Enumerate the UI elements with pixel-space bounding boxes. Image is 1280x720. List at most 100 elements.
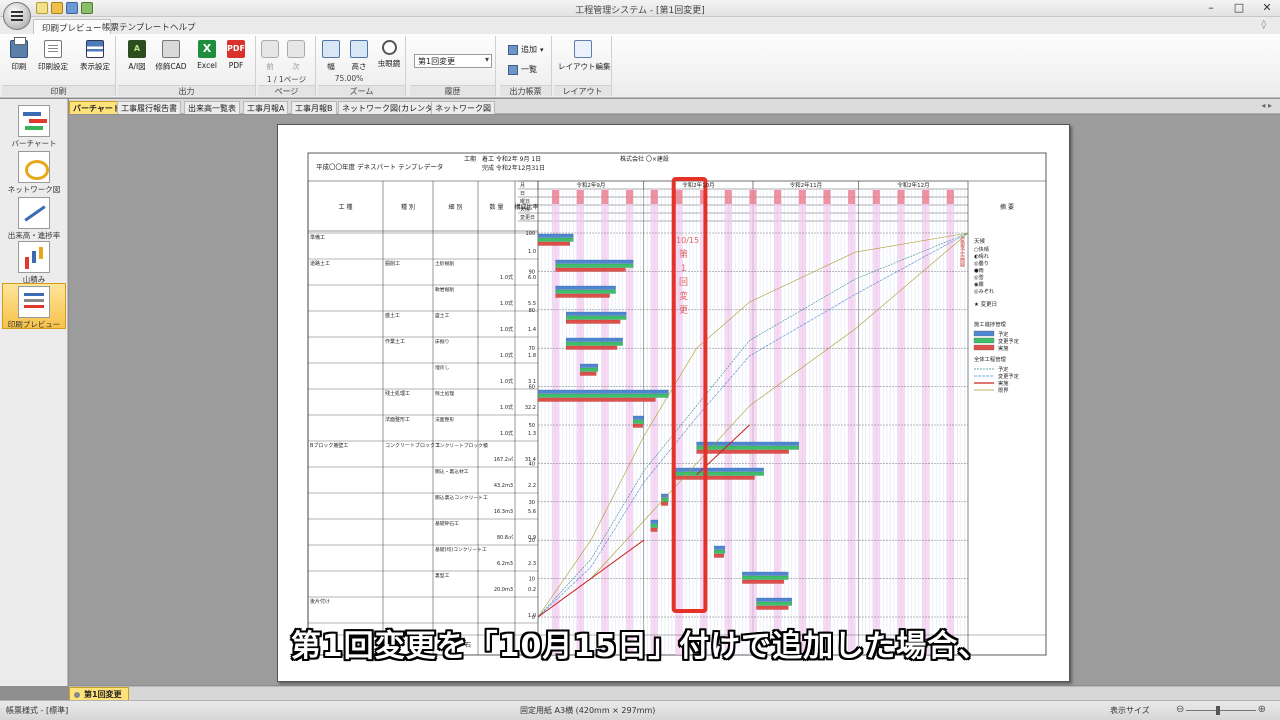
status-bar: 帳票様式 - [標準] 固定用紙 A3横 (420mm × 297mm) 表示サ… xyxy=(0,700,1280,720)
change-bar xyxy=(756,601,792,606)
weekend-column xyxy=(774,189,778,655)
group-title-history: 履歴 xyxy=(410,85,495,96)
legend-weather-5: ◉霧 xyxy=(974,281,984,288)
column-header-0: 工 種 xyxy=(339,203,353,211)
history-tab[interactable]: 第1回変更 xyxy=(69,687,129,701)
legend-kind-swatch-0 xyxy=(973,330,995,337)
magnifier-icon xyxy=(381,40,397,55)
weekend-header-cell xyxy=(827,190,831,204)
zoom-out-icon[interactable]: ⊖ xyxy=(1176,704,1184,715)
row-qty-12: 6.2m3 xyxy=(497,561,513,567)
row-ratio-13: 0.2 xyxy=(528,587,536,593)
weekend-column xyxy=(876,189,880,655)
weekend-column xyxy=(728,189,732,655)
y-tick-60: 60 xyxy=(529,385,535,391)
row-shubetsu-7: 法面整形工 xyxy=(385,416,410,423)
progress-line-icon xyxy=(18,197,50,229)
fit-width-icon xyxy=(322,40,340,58)
doc-tab-monthly-a[interactable]: 工事月報A xyxy=(243,101,289,114)
row-saibetsu-10: 胴込裏込コンクリート工 xyxy=(435,494,488,501)
list-forms-button[interactable]: 一覧 xyxy=(508,64,537,75)
weekend-header-cell xyxy=(774,190,778,204)
print-settings-button[interactable]: 印刷設定 xyxy=(36,40,70,72)
row-ratio-14: 1.0 xyxy=(528,613,536,619)
print-button[interactable]: 印刷 xyxy=(2,37,36,72)
actual-bar xyxy=(537,397,656,402)
nav-bar-chart[interactable]: バーチャート xyxy=(2,103,66,149)
row-qty-7: 1.0式 xyxy=(500,430,513,437)
magnifier-button[interactable]: 虫眼鏡 xyxy=(373,40,405,69)
change-bar xyxy=(537,237,574,242)
nav-print-preview[interactable]: 印刷プレビュー xyxy=(2,283,66,329)
row-kouhu-14: 後片付け xyxy=(310,598,330,605)
sheet-frame xyxy=(307,152,1047,656)
column-header-1: 種 別 xyxy=(401,203,415,211)
nav-progress-rate[interactable]: 出来高・進捗率 xyxy=(2,195,66,241)
weekend-header-cell xyxy=(728,190,732,204)
zoom-slider[interactable]: ⊖ ⊕ xyxy=(1176,704,1266,715)
row-shubetsu-6: 残土処理工 xyxy=(385,390,410,397)
row-saibetsu-7: 法面整形 xyxy=(435,416,454,423)
row-saibetsu-11: 基礎砕石工 xyxy=(435,520,459,527)
row-ratio-1: 6.0 xyxy=(528,275,536,281)
row-ratio-5: 3.1 xyxy=(528,379,536,385)
print-preview-icon xyxy=(18,286,50,318)
month-label-2: 令和2年11月 xyxy=(790,181,823,189)
change-bar xyxy=(742,575,789,580)
month-label-1: 令和2年10月 xyxy=(682,181,715,189)
weekend-header-cell xyxy=(601,190,605,204)
fit-width-button[interactable]: 幅 xyxy=(316,40,346,72)
sheet-kouki-start: 着工 令和2年 9月 1日 xyxy=(482,155,541,163)
gantt-icon xyxy=(18,105,50,137)
nav-stacking[interactable]: 山積み xyxy=(2,239,66,285)
stacked-bar-icon xyxy=(18,241,50,273)
close-button[interactable]: ✕ xyxy=(1260,1,1274,14)
zoom-value: 75.00% xyxy=(334,74,364,83)
calendar-row-label-1: 日 xyxy=(520,191,525,197)
pdf-button[interactable]: PDF PDF xyxy=(219,40,253,70)
cad-button[interactable]: 修飾CAD xyxy=(154,40,188,72)
weekend-header-cell xyxy=(802,190,806,204)
row-ratio-0: 1.0 xyxy=(528,249,536,255)
zoom-thumb[interactable] xyxy=(1216,706,1220,715)
layout-edit-button[interactable]: レイアウト編集 xyxy=(558,40,611,72)
legend-weather-0: ○快晴 xyxy=(974,245,989,253)
minimize-button[interactable]: – xyxy=(1204,1,1218,14)
ribbon-tab-row: 印刷プレビュー 帳票テンプレート ヘルプ ◊ xyxy=(0,17,1280,34)
weekend-column xyxy=(724,189,729,655)
side-header: 摘 要 xyxy=(1000,203,1014,211)
doc-tab-monthly-b[interactable]: 工事月報B xyxy=(291,101,337,114)
sheet-kouki-end: 完成 令和2年12月31日 xyxy=(482,164,545,172)
maximize-button[interactable]: □ xyxy=(1232,1,1246,14)
next-page-button[interactable]: 次 xyxy=(280,40,312,72)
aicon-button[interactable]: A A/I図 xyxy=(120,40,154,72)
doc-tab-report[interactable]: 工事履行報告書 xyxy=(117,101,181,114)
display-settings-button[interactable]: 表示設定 xyxy=(78,40,112,72)
weekend-header-cell xyxy=(724,190,729,204)
month-label-0: 令和2年9月 xyxy=(576,181,605,189)
tab-help[interactable]: ヘルプ xyxy=(162,19,204,34)
history-select[interactable]: 第1回変更 xyxy=(414,54,492,68)
group-zoom: 幅 高さ 虫眼鏡 75.00% ズーム xyxy=(318,36,406,96)
window-controls: – □ ✕ xyxy=(1204,1,1274,14)
y-tick-80: 80 xyxy=(529,308,535,314)
change-bar xyxy=(555,289,616,294)
doc-tab-network[interactable]: ネットワーク図 xyxy=(431,101,495,114)
group-page: 前 次 1 / 1ページ ページ xyxy=(258,36,316,96)
zoom-in-icon[interactable]: ⊕ xyxy=(1258,704,1266,715)
nav-network-diagram[interactable]: ネットワーク図 xyxy=(2,149,66,195)
y-tick-50: 50 xyxy=(529,423,535,429)
plan-bar xyxy=(566,337,623,342)
app-menu-button[interactable] xyxy=(3,2,31,30)
doc-tab-output-list[interactable]: 出来高一覧表 xyxy=(184,101,240,114)
change-bar xyxy=(633,419,644,424)
window-title: 工程管理システム - [第1回変更] xyxy=(575,6,705,16)
tab-scroll-arrows[interactable]: ◂ ▸ xyxy=(1261,101,1272,110)
weekend-column xyxy=(604,189,609,655)
add-form-button[interactable]: 追加 ▾ xyxy=(508,44,544,55)
print-settings-icon xyxy=(44,40,62,58)
group-output: A A/I図 修飾CAD X Excel PDF PDF 出力 xyxy=(118,36,256,96)
ribbon-minimize-icon[interactable]: ◊ xyxy=(1262,20,1266,30)
fit-height-button[interactable]: 高さ xyxy=(344,40,374,72)
pdf-icon: PDF xyxy=(227,40,245,58)
